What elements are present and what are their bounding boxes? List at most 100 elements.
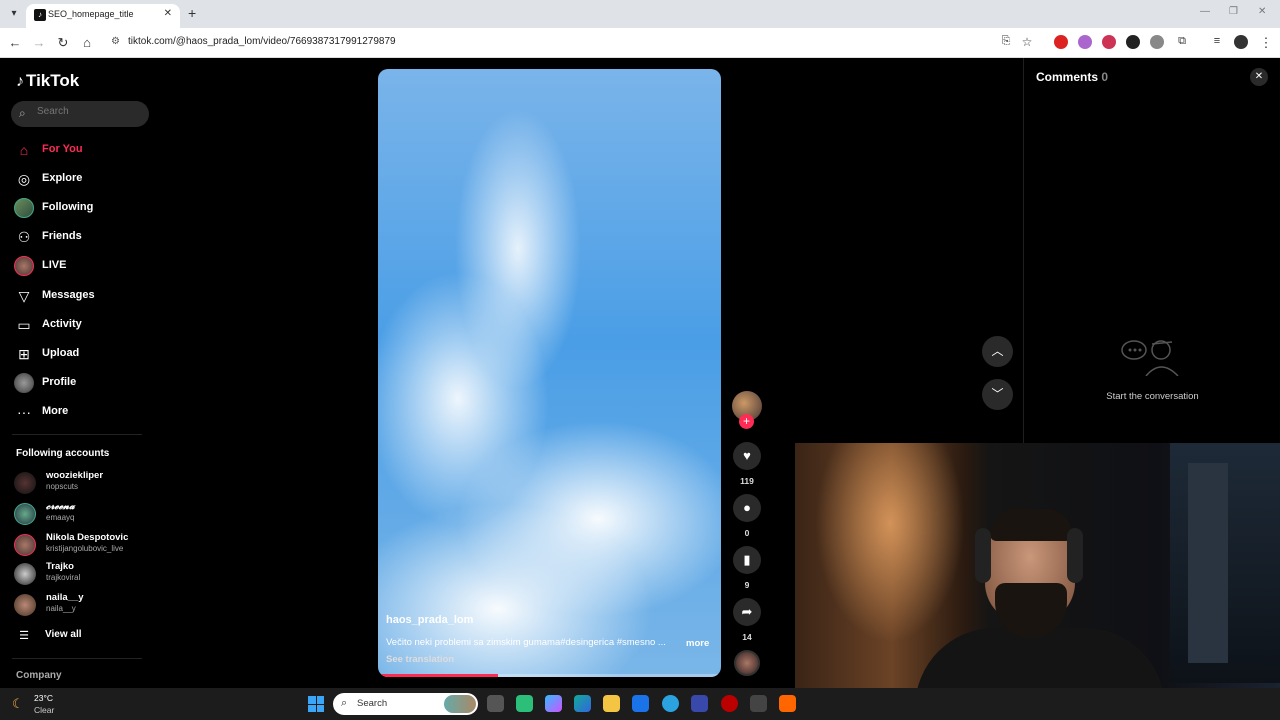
profile-avatar-icon [14, 373, 34, 393]
previous-video-button[interactable]: ︿ [982, 336, 1013, 367]
app-icon[interactable] [691, 695, 708, 712]
maximize-button[interactable]: ❐ [1229, 6, 1238, 17]
nav-for-you[interactable]: ⌂ For You [14, 140, 144, 162]
compass-icon: ◎ [17, 171, 31, 187]
account-item[interactable]: wooziekliper nopscuts [14, 470, 154, 496]
see-translation-link[interactable]: See translation [386, 654, 454, 665]
edge-icon[interactable] [574, 695, 591, 712]
comment-icon: ● [743, 500, 751, 515]
close-comments-icon[interactable]: ✕ [1250, 68, 1268, 86]
empty-conversation-icon [1121, 340, 1179, 376]
like-button[interactable]: ♥ [733, 442, 761, 470]
file-explorer-icon[interactable] [603, 695, 620, 712]
music-disc-icon[interactable] [734, 650, 760, 676]
puzzle-extensions-icon[interactable]: ⧉ [1174, 35, 1190, 48]
profile-browser-icon[interactable] [1234, 35, 1248, 49]
address-bar[interactable]: tiktok.com/@haos_prada_lom/video/7669387… [128, 36, 396, 47]
minimize-button[interactable]: — [1200, 6, 1210, 17]
account-item[interactable]: Nikola Despotovic kristijangolubovic_liv… [14, 532, 154, 558]
video-player[interactable]: haos_prada_lom Večito neki problemi sa z… [378, 69, 721, 677]
nav-label: Profile [42, 376, 77, 388]
forward-icon[interactable]: → [31, 35, 47, 50]
tab-close-icon[interactable]: ✕ [164, 8, 172, 19]
nav-label: For You [42, 143, 83, 155]
nav-friends[interactable]: ⚇ Friends [14, 227, 144, 249]
site-info-icon[interactable]: ⚙ [111, 36, 120, 47]
logo-text: TikTok [26, 71, 80, 90]
translate-extension-icon[interactable] [1150, 35, 1164, 49]
comments-title: Comments 0 [1036, 70, 1108, 84]
share-button[interactable]: ➦ [733, 598, 761, 626]
nav-explore[interactable]: ◎ Explore [14, 169, 144, 191]
install-icon[interactable]: ⎘ [998, 35, 1014, 48]
follow-plus-button[interactable]: + [739, 414, 754, 429]
nav-upload[interactable]: ⊞ Upload [14, 344, 144, 366]
search-highlight-image [444, 695, 476, 713]
nav-profile[interactable]: Profile [14, 373, 144, 395]
nav-messages[interactable]: ▽ Messages [14, 286, 144, 308]
copilot-icon[interactable] [545, 695, 562, 712]
avatar [14, 594, 36, 616]
nav-following[interactable]: Following [14, 198, 144, 220]
nav-activity[interactable]: ▭ Activity [14, 315, 144, 337]
app-icon[interactable] [750, 695, 767, 712]
share-arrow-icon: ➦ [741, 604, 753, 619]
upload-icon: ⊞ [18, 346, 30, 362]
browser-menu-icon[interactable]: ⋮ [1258, 35, 1274, 51]
more-dots-icon: ··· [17, 404, 31, 420]
comment-button[interactable]: ● [733, 494, 761, 522]
home-browser-icon[interactable]: ⌂ [79, 35, 95, 50]
new-tab-button[interactable]: + [188, 5, 196, 21]
avatar [14, 534, 36, 556]
activity-icon: ▭ [17, 317, 31, 333]
window-close-button[interactable]: ✕ [1258, 6, 1266, 17]
tiktok-logo[interactable]: ♪ TikTok [16, 71, 79, 91]
bookmark-star-icon[interactable]: ☆ [1019, 35, 1035, 49]
back-icon[interactable]: ← [7, 35, 23, 50]
outlook-icon[interactable] [632, 695, 649, 712]
account-item[interactable]: naila__y naila__y [14, 592, 154, 618]
account-name: Trajko [46, 561, 74, 572]
account-item[interactable]: Trajko trajkoviral [14, 561, 154, 587]
brave-icon[interactable] [779, 695, 796, 712]
account-item[interactable]: 𝓬𝓻𝓮𝓮𝓷𝓪 emaayq [14, 501, 154, 527]
browser-tab[interactable]: ♪ SEO_homepage_title ✕ [26, 4, 180, 28]
city-building [1188, 463, 1228, 663]
nav-more[interactable]: ··· More [14, 402, 144, 424]
task-view-icon[interactable] [487, 695, 504, 712]
video-author[interactable]: haos_prada_lom [386, 614, 473, 626]
save-button[interactable]: ▮ [733, 546, 761, 574]
opera-icon[interactable] [721, 695, 738, 712]
nav-label: Following [42, 201, 94, 213]
following-avatar-icon [14, 198, 34, 218]
moon-icon: ☾ [12, 696, 24, 711]
company-link[interactable]: Company [16, 670, 62, 681]
telegram-icon[interactable] [662, 695, 679, 712]
search-icon: ⌕ [341, 697, 348, 709]
extension-icon[interactable] [1126, 35, 1140, 49]
tab-search-icon[interactable]: ▾ [6, 6, 22, 22]
taskbar-search-label: Search [357, 698, 388, 709]
more-button[interactable]: more [686, 638, 709, 649]
pen-extension-icon[interactable] [1078, 35, 1092, 49]
media-control-icon[interactable]: ≡ [1209, 35, 1225, 47]
reload-icon[interactable]: ↻ [55, 35, 71, 51]
video-progress-bar[interactable] [378, 674, 721, 677]
search-input[interactable] [37, 106, 137, 117]
nav-label: Messages [42, 289, 95, 301]
tiktok-note-icon: ♪ [16, 73, 24, 90]
search-icon: ⌕ [19, 106, 26, 120]
account-handle: naila__y [46, 604, 76, 613]
shield-extension-icon[interactable] [1102, 35, 1116, 49]
following-accounts-title: Following accounts [16, 448, 110, 459]
view-all-button[interactable]: ☰ View all [14, 626, 144, 648]
next-video-button[interactable]: ﹀ [982, 379, 1013, 410]
account-name: wooziekliper [46, 470, 104, 481]
taskbar-search[interactable]: ⌕ Search [333, 693, 478, 715]
chat-app-icon[interactable] [516, 695, 533, 712]
search-box[interactable]: ⌕ [11, 101, 149, 127]
nav-live[interactable]: LIVE [14, 256, 144, 278]
opera-extension-icon[interactable] [1054, 35, 1068, 49]
weather-condition: Clear [34, 705, 55, 715]
windows-start-icon[interactable] [308, 696, 324, 712]
